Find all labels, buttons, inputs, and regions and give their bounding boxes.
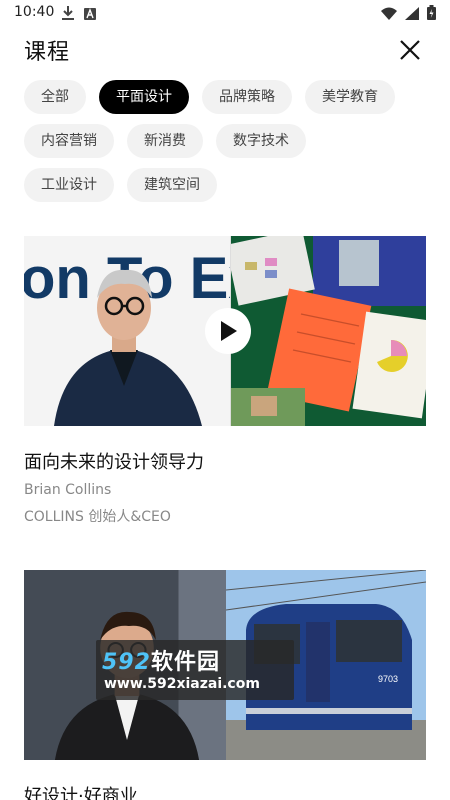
play-icon: [221, 321, 237, 341]
notification-a-icon: [84, 5, 96, 24]
play-button[interactable]: [205, 308, 251, 354]
course-author: Brian Collins: [24, 482, 112, 498]
chip-new-consumption[interactable]: 新消费: [127, 124, 203, 158]
chip-industrial-design[interactable]: 工业设计: [24, 168, 114, 202]
chip-content-marketing[interactable]: 内容营销: [24, 124, 114, 158]
watermark-brand-cn: 软件园: [150, 650, 220, 675]
status-bar: 10:40: [0, 0, 450, 26]
chip-digital-tech[interactable]: 数字技术: [216, 124, 306, 158]
course-title[interactable]: 好设计·好商业: [24, 782, 426, 800]
page-title: 课程: [24, 40, 71, 65]
chip-brand-strategy[interactable]: 品牌策略: [202, 80, 292, 114]
battery-icon: [427, 5, 436, 24]
design-book-photo: [231, 236, 426, 426]
train-number: 9703: [378, 674, 398, 684]
close-button[interactable]: [398, 38, 422, 62]
chip-architecture-space[interactable]: 建筑空间: [127, 168, 217, 202]
course-author-role: COLLINS 创始人&CEO: [24, 509, 171, 525]
watermark-brand: 592软件园: [102, 644, 220, 676]
download-icon: [62, 5, 74, 24]
status-time: 10:40: [14, 4, 55, 20]
chip-aesthetic-education[interactable]: 美学教育: [305, 80, 395, 114]
watermark-brand-num: 592: [102, 650, 151, 675]
chip-graphic-design[interactable]: 平面设计: [99, 80, 189, 114]
header: 课程: [0, 26, 450, 76]
course-card[interactable]: on To Ex: [24, 236, 426, 526]
course-thumbnail[interactable]: on To Ex: [24, 236, 426, 426]
wifi-icon: [381, 5, 397, 24]
watermark-url: www.592xiazai.com: [104, 676, 260, 692]
course-title[interactable]: 面向未来的设计领导力: [24, 448, 426, 474]
close-icon: [400, 40, 420, 60]
signal-icon: [405, 5, 419, 24]
category-filters: 全部 平面设计 品牌策略 美学教育 内容营销 新消费 数字技术 工业设计 建筑空…: [24, 80, 434, 212]
speaker-photo: on To Ex: [24, 236, 230, 426]
chip-all[interactable]: 全部: [24, 80, 86, 114]
site-watermark: 592软件园 www.592xiazai.com: [96, 640, 294, 700]
